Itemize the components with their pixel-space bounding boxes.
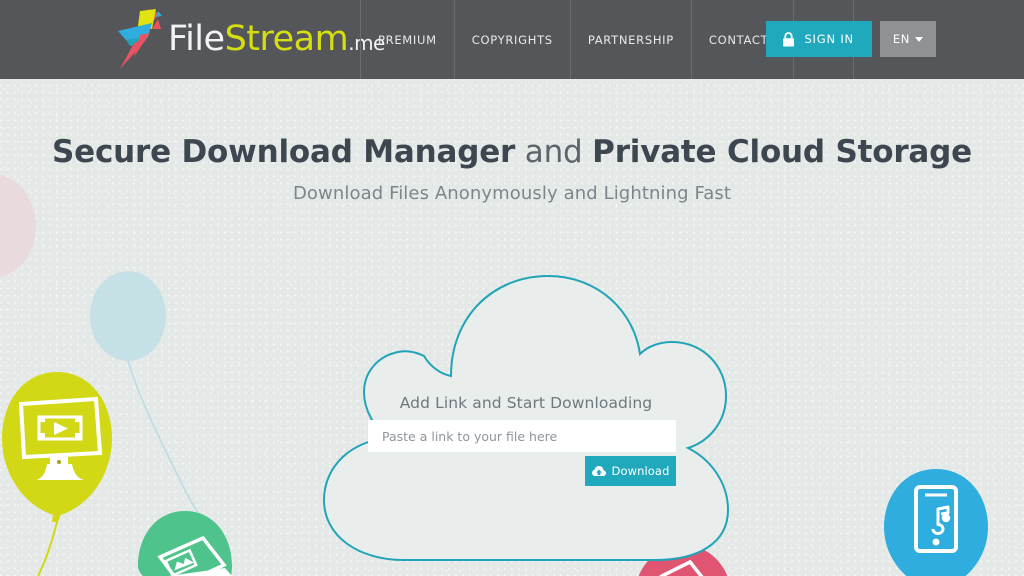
logo-text: FileStream.me [168, 18, 385, 59]
parrot-logo-icon [118, 9, 162, 69]
logo-text-file: File [168, 18, 225, 59]
page-title-part2: Private Cloud Storage [592, 134, 972, 170]
download-form: Add Link and Start Downloading Download [312, 268, 740, 568]
page-title: Secure Download Manager and Private Clou… [0, 134, 1024, 171]
chevron-down-icon [915, 36, 923, 42]
sign-in-label: SIGN IN [804, 32, 854, 46]
nav-item-premium[interactable]: PREMIUM [360, 0, 454, 79]
balloon-yellow [2, 372, 112, 576]
laptop-photos-icon [151, 535, 232, 576]
logo-text-stream: Stream [224, 18, 349, 59]
hero-section: Secure Download Manager and Private Clou… [0, 134, 1024, 204]
phone-music-icon [914, 485, 958, 553]
page-title-part1: Secure Download Manager [52, 134, 516, 170]
page-subtitle: Download Files Anonymously and Lightning… [292, 183, 732, 205]
download-form-cloud: Add Link and Start Downloading Download [312, 268, 740, 568]
cloud-upload-icon [591, 465, 606, 476]
balloon-blue [884, 469, 988, 576]
balloon-pale-blue [90, 271, 229, 545]
language-label: EN [892, 32, 910, 46]
page-root: FileStream.me PREMIUM COPYRIGHTS PARTNER… [0, 0, 1024, 576]
site-header: FileStream.me PREMIUM COPYRIGHTS PARTNER… [0, 0, 1024, 79]
balloon-green [138, 511, 232, 576]
page-title-conjunction: and [515, 134, 593, 170]
lock-icon [783, 31, 795, 46]
nav-item-copyrights[interactable]: COPYRIGHTS [453, 0, 570, 79]
download-button[interactable]: Download [585, 456, 676, 486]
sign-in-button[interactable]: SIGN IN [766, 21, 872, 57]
download-button-label: Download [611, 464, 670, 478]
language-selector[interactable]: EN [879, 21, 936, 57]
monitor-video-icon [18, 396, 103, 480]
link-input[interactable] [368, 420, 676, 452]
header-actions: SIGN IN EN [766, 21, 936, 57]
form-title: Add Link and Start Downloading [399, 394, 653, 412]
logo[interactable]: FileStream.me [112, 7, 385, 71]
nav-item-partnership[interactable]: PARTNERSHIP [569, 0, 691, 79]
